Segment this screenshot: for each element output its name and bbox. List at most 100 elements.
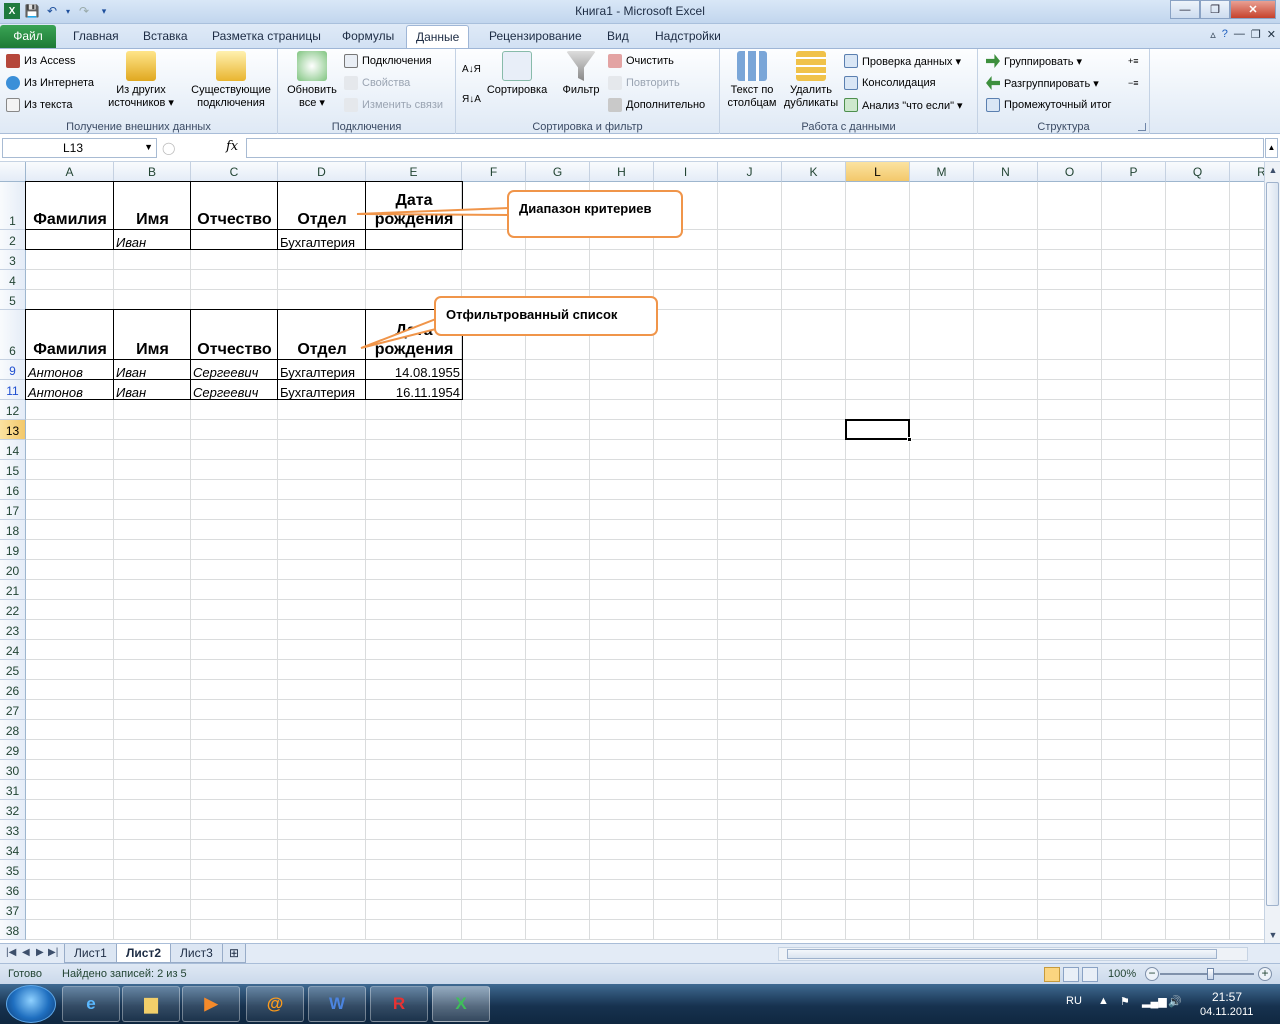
row-header-20[interactable]: 20: [0, 560, 26, 580]
zoom-out-icon[interactable]: −: [1145, 967, 1159, 981]
name-box[interactable]: L13 ▼: [2, 138, 157, 158]
page-layout-view-button[interactable]: [1063, 967, 1079, 982]
column-header-l[interactable]: L: [846, 162, 910, 182]
ie-icon[interactable]: e: [62, 986, 120, 1022]
text-to-columns-button[interactable]: Текст по столбцам: [724, 51, 780, 110]
column-header-d[interactable]: D: [278, 162, 366, 182]
row-header-9[interactable]: 9: [0, 360, 26, 380]
column-header-a[interactable]: A: [26, 162, 114, 182]
row-header-34[interactable]: 34: [0, 840, 26, 860]
row-header-25[interactable]: 25: [0, 660, 26, 680]
tab-formulas[interactable]: Формулы: [333, 25, 403, 48]
row-header-28[interactable]: 28: [0, 720, 26, 740]
expand-formula-icon[interactable]: ▲: [1265, 138, 1278, 158]
row-header-19[interactable]: 19: [0, 540, 26, 560]
help-icon[interactable]: ?: [1222, 28, 1228, 41]
row-header-27[interactable]: 27: [0, 700, 26, 720]
filtered-cell-d11[interactable]: Бухгалтерия: [278, 380, 366, 400]
column-header-n[interactable]: N: [974, 162, 1038, 182]
filtered-cell-c11[interactable]: Сергеевич: [191, 380, 278, 400]
row-header-14[interactable]: 14: [0, 440, 26, 460]
insert-function-icon[interactable]: fx: [226, 139, 238, 154]
column-header-i[interactable]: I: [654, 162, 718, 182]
page-break-view-button[interactable]: [1082, 967, 1098, 982]
filtered-cell-c9[interactable]: Сергеевич: [191, 360, 278, 380]
mail-agent-icon[interactable]: @: [246, 986, 304, 1022]
chevron-down-icon[interactable]: ▼: [144, 142, 153, 152]
clock-date[interactable]: 04.11.2011: [1200, 1006, 1253, 1018]
close-button[interactable]: ✕: [1230, 0, 1276, 19]
column-header-h[interactable]: H: [590, 162, 654, 182]
column-header-r[interactable]: R: [1230, 162, 1264, 182]
filter-button[interactable]: Фильтр: [556, 51, 606, 97]
filtered-cell-b11[interactable]: Иван: [114, 380, 191, 400]
clear-button[interactable]: Очистить: [608, 51, 674, 71]
filtered-header-d[interactable]: Отдел: [278, 310, 366, 360]
show-hidden-icons[interactable]: ▲: [1098, 995, 1109, 1007]
tab-home[interactable]: Главная: [64, 25, 128, 48]
filtered-header-b[interactable]: Имя: [114, 310, 191, 360]
doc-close-icon[interactable]: ✕: [1267, 28, 1276, 41]
ribbon-minimize-icon[interactable]: ▵: [1210, 28, 1216, 41]
column-header-j[interactable]: J: [718, 162, 782, 182]
row-header-18[interactable]: 18: [0, 520, 26, 540]
other-sources-button[interactable]: Из других источников ▾: [100, 51, 182, 110]
row-header-26[interactable]: 26: [0, 680, 26, 700]
filtered-header-a[interactable]: Фамилия: [26, 310, 114, 360]
criteria-header-a[interactable]: Фамилия: [26, 182, 114, 230]
row-header-30[interactable]: 30: [0, 760, 26, 780]
tab-page-layout[interactable]: Разметка страницы: [203, 25, 330, 48]
zoom-in-icon[interactable]: +: [1258, 967, 1272, 981]
sheet-tab-1[interactable]: Лист1: [64, 944, 117, 963]
row-header-36[interactable]: 36: [0, 880, 26, 900]
row-header-5[interactable]: 5: [0, 290, 26, 310]
sort-button[interactable]: Сортировка: [482, 51, 552, 97]
column-header-q[interactable]: Q: [1166, 162, 1230, 182]
tab-review[interactable]: Рецензирование: [480, 25, 591, 48]
zoom-slider-thumb[interactable]: [1207, 968, 1214, 980]
clock-time[interactable]: 21:57: [1212, 990, 1242, 1004]
filtered-cell-b9[interactable]: Иван: [114, 360, 191, 380]
row-header-12[interactable]: 12: [0, 400, 26, 420]
row-header-15[interactable]: 15: [0, 460, 26, 480]
advanced-filter-button[interactable]: Дополнительно: [608, 95, 705, 115]
column-header-g[interactable]: G: [526, 162, 590, 182]
row-header-38[interactable]: 38: [0, 920, 26, 940]
sort-desc-button[interactable]: Я↓А: [462, 89, 481, 109]
filtered-cell-e9[interactable]: 14.08.1955: [366, 360, 462, 380]
explorer-icon[interactable]: ▆: [122, 986, 180, 1022]
criteria-header-b[interactable]: Имя: [114, 182, 191, 230]
row-header-21[interactable]: 21: [0, 580, 26, 600]
sheet-tab-3[interactable]: Лист3: [170, 944, 223, 963]
row-header-16[interactable]: 16: [0, 480, 26, 500]
vertical-scrollbar[interactable]: ▲ ▼: [1264, 162, 1280, 943]
minimize-button[interactable]: —: [1170, 0, 1200, 19]
language-indicator[interactable]: RU: [1066, 995, 1082, 1007]
sort-asc-button[interactable]: А↓Я: [462, 59, 481, 79]
filtered-cell-a11[interactable]: Антонов: [26, 380, 114, 400]
column-header-p[interactable]: P: [1102, 162, 1166, 182]
last-sheet-icon[interactable]: ▶|: [48, 947, 58, 958]
network-icon[interactable]: ▂▄▆: [1142, 995, 1167, 1008]
column-header-k[interactable]: K: [782, 162, 846, 182]
word-icon[interactable]: W: [308, 986, 366, 1022]
tab-file[interactable]: Файл: [0, 25, 56, 48]
row-header-17[interactable]: 17: [0, 500, 26, 520]
vertical-scroll-thumb[interactable]: [1266, 182, 1279, 906]
row-header-2[interactable]: 2: [0, 230, 26, 250]
doc-minimize-icon[interactable]: —: [1234, 28, 1245, 41]
row-header-13[interactable]: 13: [0, 420, 26, 440]
data-validation-button[interactable]: Проверка данных ▾: [844, 51, 961, 71]
tab-insert[interactable]: Вставка: [134, 25, 197, 48]
horizontal-scrollbar[interactable]: [778, 947, 1248, 961]
media-player-icon[interactable]: ▶: [182, 986, 240, 1022]
column-header-e[interactable]: E: [366, 162, 462, 182]
criteria-value-b2[interactable]: Иван: [114, 230, 191, 250]
fill-handle[interactable]: [907, 437, 912, 442]
ungroup-button[interactable]: Разгруппировать ▾: [986, 73, 1099, 93]
sheet-tab-2[interactable]: Лист2: [116, 944, 172, 963]
show-detail-button[interactable]: +≡: [1128, 51, 1139, 71]
worksheet-grid[interactable]: ABCDEFGHIJKLMNOPQR 1 2 3 4 5 6 9 11 12 13 14 15 16 17…: [0, 162, 1264, 943]
filtered-header-c[interactable]: Отчество: [191, 310, 278, 360]
row-header-32[interactable]: 32: [0, 800, 26, 820]
